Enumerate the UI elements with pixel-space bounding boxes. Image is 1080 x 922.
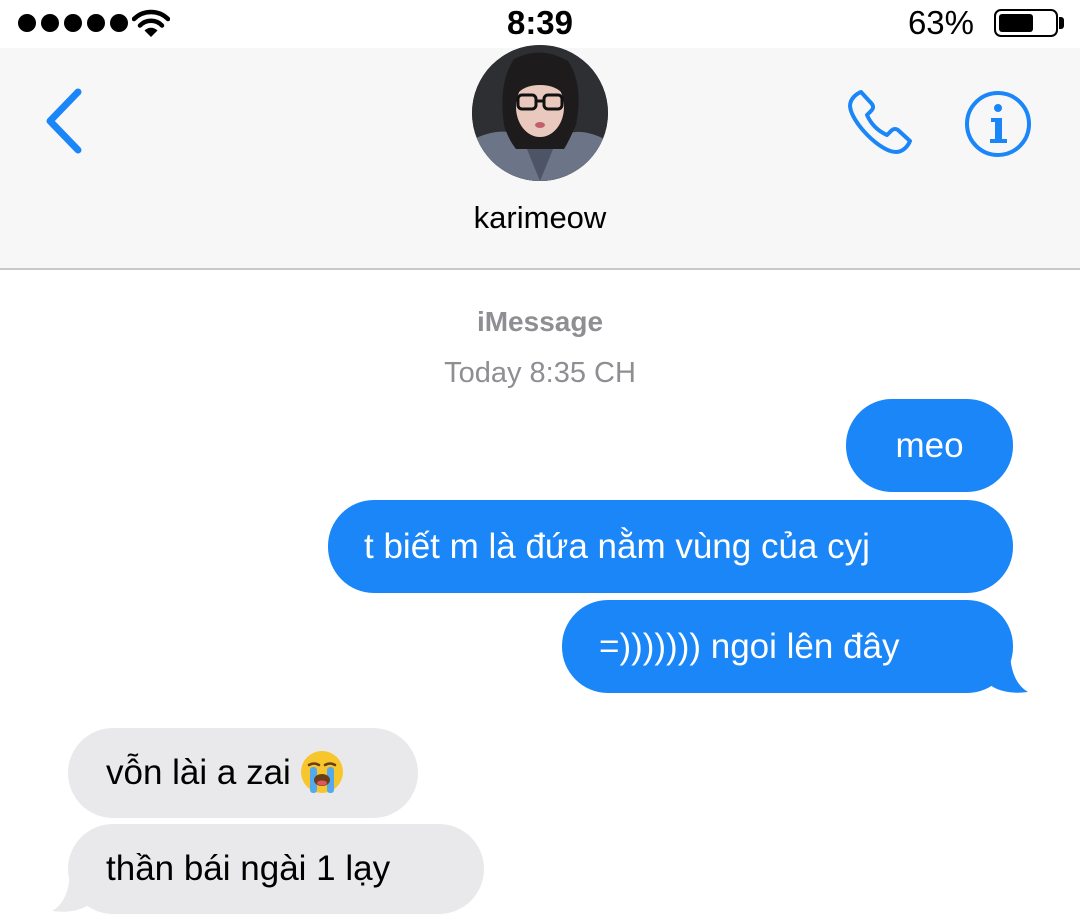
message-text: =))))))) ngoi lên đây [599,627,900,666]
info-circle-icon [965,91,1031,157]
battery-tip [1059,17,1064,29]
avatar-image [472,45,608,181]
contact-avatar[interactable] [472,45,608,181]
message-bubble-incoming[interactable]: vỗn lài a zai [68,728,418,818]
message-bubble-outgoing[interactable]: t biết m là đứa nằm vùng của cyj [328,500,1013,593]
message-timestamp: Today 8:35 CH [444,357,636,389]
info-button[interactable] [962,88,1034,160]
service-label: iMessage [476,306,604,337]
incoming-bubble-tail [52,874,90,912]
message-text: vỗn lài a zai [106,753,291,792]
battery-icon [994,9,1058,37]
loudly-crying-face-icon [300,750,343,793]
battery-percentage: 63% [907,4,974,41]
back-button[interactable] [38,86,90,156]
header-divider [0,268,1080,270]
message-text: meo [895,426,964,465]
message-bubble-outgoing[interactable]: meo [846,399,1013,492]
conversation-header: karimeow [0,45,1080,268]
phone-icon [848,90,912,154]
message-bubble-incoming[interactable]: thần bái ngài 1 lạy [68,824,484,914]
message-text: thần bái ngài 1 lạy [106,849,391,888]
outgoing-bubble-tail [990,655,1028,693]
message-text: t biết m là đứa nằm vùng của cyj [364,527,870,566]
status-bar: 8:39 63% [0,0,1080,48]
contact-name[interactable]: karimeow [0,200,1080,236]
chevron-left-icon [46,88,82,154]
message-bubble-outgoing[interactable]: =))))))) ngoi lên đây [562,600,1013,693]
call-button[interactable] [842,84,918,160]
